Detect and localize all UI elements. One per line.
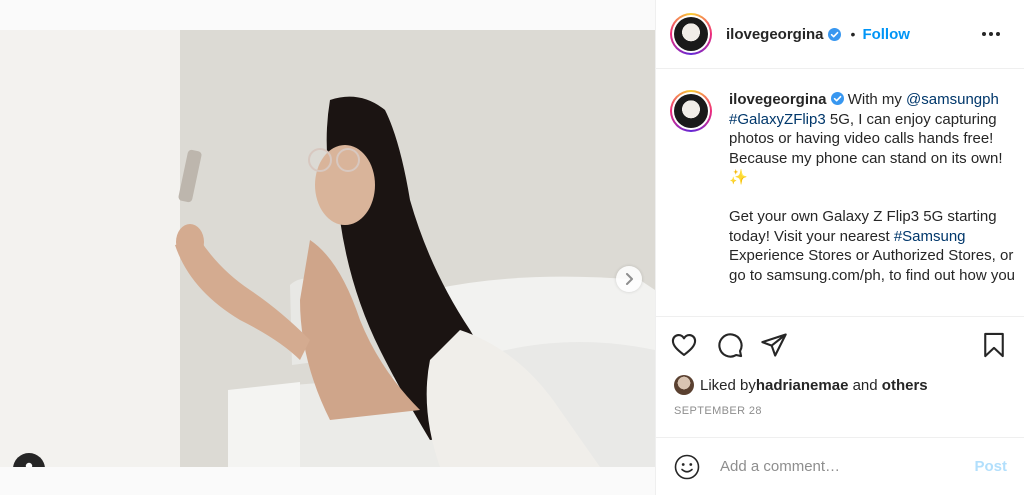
post-side-panel: ilovegeorgina • Follow ilovegeorgina Wit… [655,0,1024,495]
header-separator: • [850,26,856,42]
post-photo [0,30,655,467]
heart-icon[interactable] [670,331,698,359]
caption-body-2b: Experience Stores or Authorized Stores, … [729,247,1016,284]
author-avatar[interactable] [670,13,712,55]
mention-link[interactable]: @samsungph [906,91,999,108]
post-media[interactable] [0,30,655,467]
comment-bar: Post [656,437,1024,495]
post-comment-button[interactable]: Post [974,458,1007,475]
more-options-icon [982,32,986,36]
likes-summary: Liked by hadrianemae and others [674,375,928,395]
post-header: ilovegeorgina • Follow [656,0,1024,69]
emoji-icon[interactable] [674,454,700,480]
follow-button[interactable]: Follow [862,26,910,43]
hashtag-link[interactable]: #Samsung [894,228,966,245]
hashtag-link[interactable]: #GalaxyZFlip3 [729,111,826,128]
more-options-button[interactable] [979,25,1003,43]
more-options-dot [989,32,993,36]
caption-username[interactable]: ilovegeorgina [729,91,827,108]
caption-section[interactable]: ilovegeorgina With my @samsungph #Galaxy… [656,70,1024,316]
caption-text: ilovegeorgina With my @samsungph #Galaxy… [729,90,1019,285]
action-bar [656,316,1024,371]
next-arrow-icon [626,273,633,285]
liker-avatar[interactable] [674,375,694,395]
user-tag-icon [25,462,33,467]
caption-intro: With my [843,91,907,108]
author-avatar-image [674,17,708,51]
author-username[interactable]: ilovegeorgina [726,26,824,43]
liker-username[interactable]: hadrianemae [756,377,849,394]
likes-and: and [848,376,882,394]
comment-input[interactable] [720,458,975,475]
share-icon[interactable] [760,331,788,359]
comment-icon[interactable] [716,331,744,359]
bookmark-icon[interactable] [980,331,1008,359]
likes-prefix: Liked by [700,376,756,394]
verified-icon [827,27,841,41]
caption-avatar-image [674,94,708,128]
more-options-dot [996,32,1000,36]
post-date[interactable]: SEPTEMBER 28 [674,405,762,417]
verified-icon [830,92,844,105]
next-slide-button[interactable] [616,266,642,292]
instagram-post: ilovegeorgina • Follow ilovegeorgina Wit… [0,0,1024,495]
likes-others-link[interactable]: others [882,377,928,394]
caption-avatar[interactable] [670,90,712,132]
